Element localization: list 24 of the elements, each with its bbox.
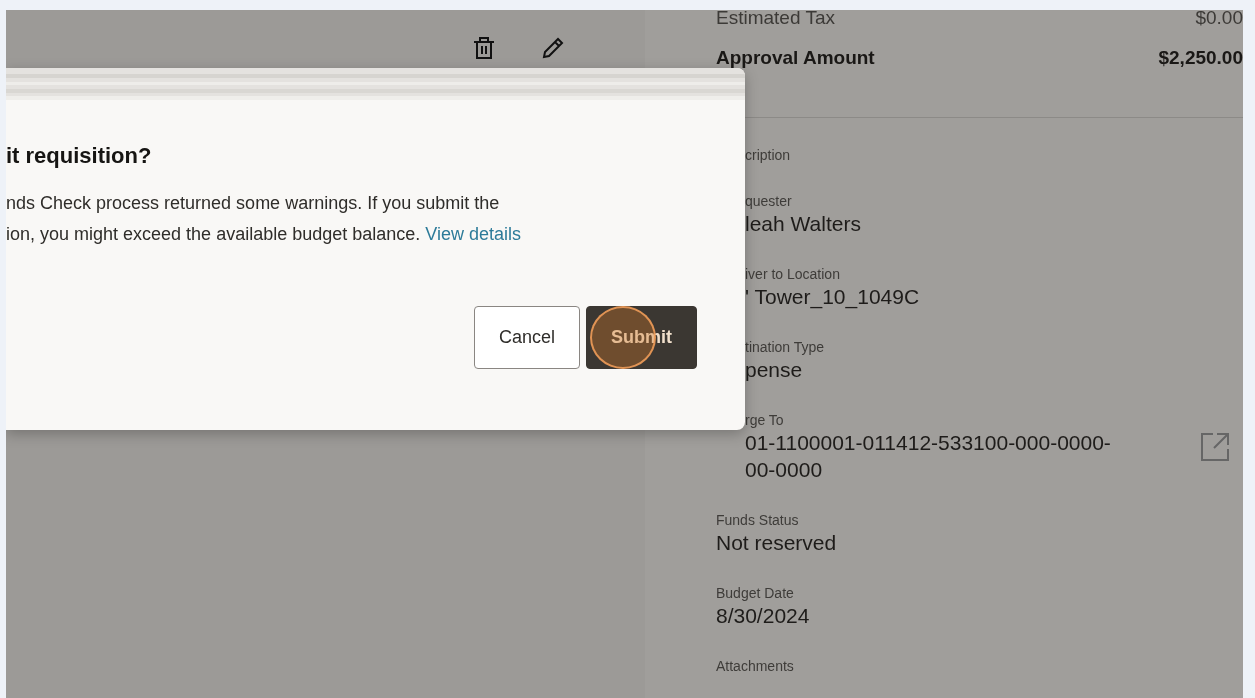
- cancel-button[interactable]: Cancel: [473, 306, 580, 369]
- summary-amount: $2,250.00: [1158, 47, 1243, 70]
- summary-amount: $0.00: [1195, 10, 1243, 29]
- view-details-link[interactable]: View details: [425, 224, 522, 244]
- field-value: ' Tower_10_1049C: [745, 284, 920, 310]
- dialog-title: it requisition?: [6, 142, 153, 170]
- field-label: rge To: [745, 411, 785, 429]
- pencil-icon[interactable]: [541, 36, 565, 60]
- field-label: cription: [745, 146, 791, 164]
- field-value: 8/30/2024: [716, 603, 810, 629]
- dialog-message: nds Check process returned some warnings. If you submit the ion, you might exceed the available budget balance. View details: [6, 192, 523, 246]
- field-value: 01-1100001-011412-533100-000-0000-00-0000: [745, 430, 1112, 483]
- field-label: Attachments: [716, 657, 794, 675]
- field-label: Funds Status: [716, 511, 800, 529]
- trash-icon[interactable]: [473, 36, 495, 60]
- summary-label: Estimated Tax: [716, 10, 835, 29]
- field-value: leah Walters: [745, 211, 861, 237]
- field-label: iver to Location: [745, 265, 841, 283]
- field-label: quester: [745, 192, 793, 210]
- field-label: Budget Date: [716, 584, 795, 602]
- summary-label: Approval Amount: [716, 47, 875, 70]
- field-value: Not reserved: [716, 530, 837, 556]
- field-value: pense: [745, 357, 804, 383]
- field-label: tination Type: [745, 338, 825, 356]
